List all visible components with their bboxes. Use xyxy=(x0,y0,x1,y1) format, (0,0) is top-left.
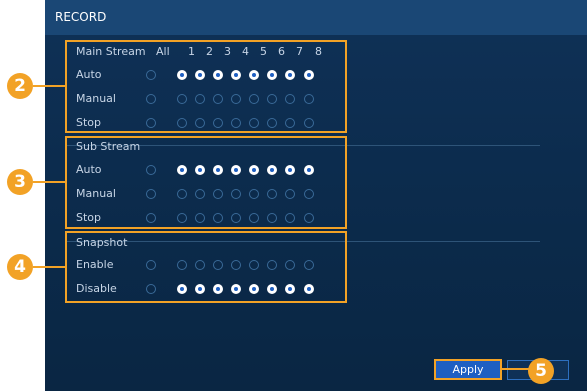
window-title: RECORD xyxy=(55,10,107,24)
main-stream-highlight xyxy=(65,40,347,133)
callout-connector xyxy=(33,85,66,87)
callout-connector xyxy=(33,266,66,268)
callout-4: 4 xyxy=(7,254,33,280)
callout-2: 2 xyxy=(7,73,33,99)
snapshot-highlight xyxy=(65,231,347,303)
callout-5: 5 xyxy=(528,358,554,384)
callout-connector xyxy=(33,181,66,183)
callout-connector xyxy=(501,368,529,370)
title-bar: RECORD xyxy=(45,0,587,35)
callout-3: 3 xyxy=(7,169,33,195)
apply-button[interactable]: Apply xyxy=(434,359,502,380)
sub-stream-highlight xyxy=(65,136,347,229)
